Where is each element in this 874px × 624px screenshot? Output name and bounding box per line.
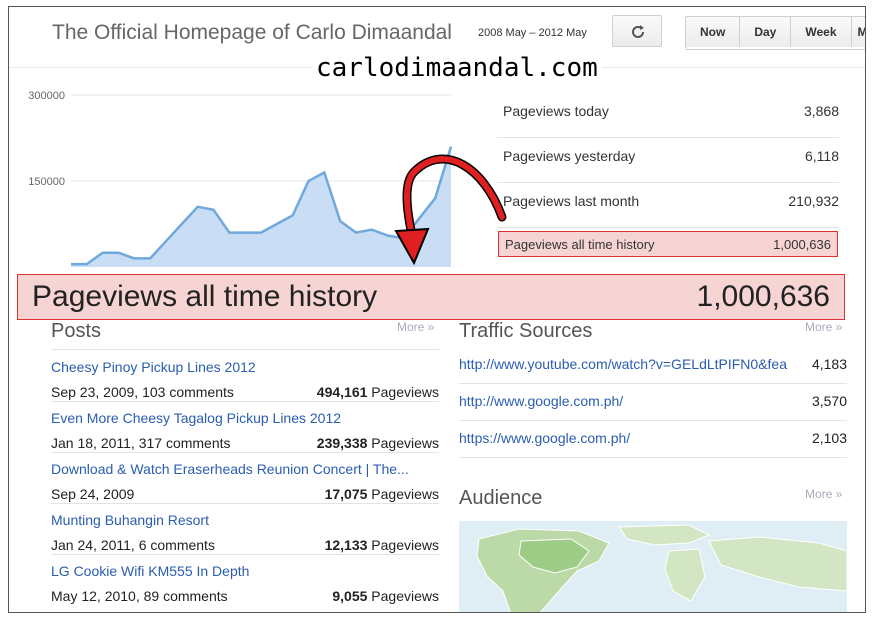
source-link[interactable]: http://www.youtube.com/watch?v=GELdLtPIF… bbox=[459, 356, 794, 372]
post-meta: May 12, 2010, 89 comments bbox=[51, 588, 228, 604]
pageview-count: 9,055 bbox=[332, 588, 368, 604]
table-row: https://www.google.com.ph/ 2,103 bbox=[459, 421, 847, 458]
post-meta: Sep 23, 2009, 103 comments bbox=[51, 384, 234, 400]
list-item: LG Cookie Wifi KM555 In Depth May 12, 20… bbox=[51, 555, 439, 605]
stat-label: Pageviews today bbox=[503, 103, 609, 119]
pageview-unit: Pageviews bbox=[371, 537, 439, 553]
posts-title: Posts bbox=[51, 320, 102, 342]
post-link[interactable]: Cheesy Pinoy Pickup Lines 2012 bbox=[51, 359, 431, 375]
post-pageviews: 239,338 Pageviews bbox=[317, 435, 439, 451]
stat-value: 3,868 bbox=[803, 103, 839, 119]
divider bbox=[51, 349, 439, 350]
stat-row-today: Pageviews today 3,868 bbox=[497, 93, 839, 138]
stats-list: Pageviews today 3,868 Pageviews yesterda… bbox=[497, 93, 839, 228]
audience-map bbox=[459, 521, 847, 612]
stat-value: 210,932 bbox=[788, 193, 839, 209]
pageview-unit: Pageviews bbox=[371, 435, 439, 451]
post-link[interactable]: Download & Watch Eraserheads Reunion Con… bbox=[51, 461, 431, 477]
refresh-button[interactable] bbox=[612, 15, 662, 47]
post-meta: Sep 24, 2009 bbox=[51, 486, 135, 502]
post-pageviews: 494,161 Pageviews bbox=[317, 384, 439, 400]
source-count: 2,103 bbox=[811, 430, 847, 446]
pageview-unit: Pageviews bbox=[371, 588, 439, 604]
stats-window: The Official Homepage of Carlo Dimaandal… bbox=[8, 6, 866, 613]
post-meta: Jan 24, 2011, 6 comments bbox=[51, 537, 215, 553]
source-link[interactable]: http://www.google.com.ph/ bbox=[459, 393, 794, 409]
posts-more-link[interactable]: More » bbox=[397, 320, 434, 334]
traffic-sources-title: Traffic Sources bbox=[459, 320, 593, 342]
pageview-count: 17,075 bbox=[324, 486, 368, 502]
y-tick-label: 300000 bbox=[28, 90, 65, 102]
audience-title: Audience bbox=[459, 487, 543, 509]
post-pageviews: 17,075 Pageviews bbox=[325, 486, 439, 502]
list-item: Download & Watch Eraserheads Reunion Con… bbox=[51, 453, 439, 504]
source-link[interactable]: https://www.google.com.ph/ bbox=[459, 430, 794, 446]
refresh-icon bbox=[632, 25, 644, 38]
post-pageviews: 12,133 Pageviews bbox=[325, 537, 439, 553]
stat-value: 1,000,636 bbox=[773, 237, 831, 252]
range-button-now[interactable]: Now bbox=[686, 17, 741, 47]
highlight-value: 1,000,636 bbox=[696, 280, 830, 313]
table-row: http://www.youtube.com/watch?v=GELdLtPIF… bbox=[459, 347, 847, 384]
world-map-icon bbox=[476, 524, 847, 612]
pageview-count: 12,133 bbox=[324, 537, 368, 553]
list-item: Cheesy Pinoy Pickup Lines 2012 Sep 23, 2… bbox=[51, 351, 439, 402]
pageview-unit: Pageviews bbox=[371, 486, 439, 502]
range-button-day[interactable]: Day bbox=[740, 17, 792, 47]
stat-value: 6,118 bbox=[805, 148, 839, 164]
traffic-more-link[interactable]: More » bbox=[805, 320, 842, 334]
red-arrow-icon bbox=[394, 154, 507, 266]
source-count: 3,570 bbox=[811, 393, 847, 409]
stat-row-yesterday: Pageviews yesterday 6,118 bbox=[497, 138, 839, 183]
pageview-unit: Pageviews bbox=[371, 384, 439, 400]
stat-label: Pageviews yesterday bbox=[503, 148, 636, 164]
stat-label: Pageviews last month bbox=[503, 193, 640, 209]
posts-list: Cheesy Pinoy Pickup Lines 2012 Sep 23, 2… bbox=[51, 351, 439, 605]
pageview-count: 494,161 bbox=[316, 384, 368, 400]
post-meta: Jan 18, 2011, 317 comments bbox=[51, 435, 231, 451]
list-item: Even More Cheesy Tagalog Pickup Lines 20… bbox=[51, 402, 439, 453]
table-row: http://www.google.com.ph/ 3,570 bbox=[459, 384, 847, 421]
post-link[interactable]: LG Cookie Wifi KM555 In Depth bbox=[51, 563, 431, 579]
list-item: Munting Buhangin Resort Jan 24, 2011, 6 … bbox=[51, 504, 439, 555]
source-count: 4,183 bbox=[811, 356, 847, 372]
y-tick-label: 150000 bbox=[28, 176, 65, 188]
stat-label: Pageviews all time history bbox=[505, 237, 655, 252]
post-link[interactable]: Even More Cheesy Tagalog Pickup Lines 20… bbox=[51, 410, 431, 426]
post-link[interactable]: Munting Buhangin Resort bbox=[51, 512, 431, 528]
traffic-sources-list: http://www.youtube.com/watch?v=GELdLtPIF… bbox=[459, 347, 847, 458]
post-pageviews: 9,055 Pageviews bbox=[332, 588, 439, 604]
site-title: The Official Homepage of Carlo Dimaandal bbox=[52, 21, 452, 44]
range-button-week[interactable]: Week bbox=[791, 17, 852, 47]
stat-row-all-time: Pageviews all time history 1,000,636 bbox=[498, 231, 838, 257]
highlight-label: Pageviews all time history bbox=[32, 280, 378, 313]
date-range-picker[interactable]: 2008 May – 2012 May bbox=[475, 18, 608, 48]
stat-row-last-month: Pageviews last month 210,932 bbox=[497, 183, 839, 228]
pageview-count: 239,338 bbox=[316, 435, 368, 451]
audience-more-link[interactable]: More » bbox=[805, 487, 842, 501]
range-button-month[interactable]: M bbox=[851, 17, 865, 47]
all-time-highlight: Pageviews all time history 1,000,636 bbox=[17, 274, 845, 320]
time-range-buttons: Now Day Week M bbox=[685, 16, 865, 50]
